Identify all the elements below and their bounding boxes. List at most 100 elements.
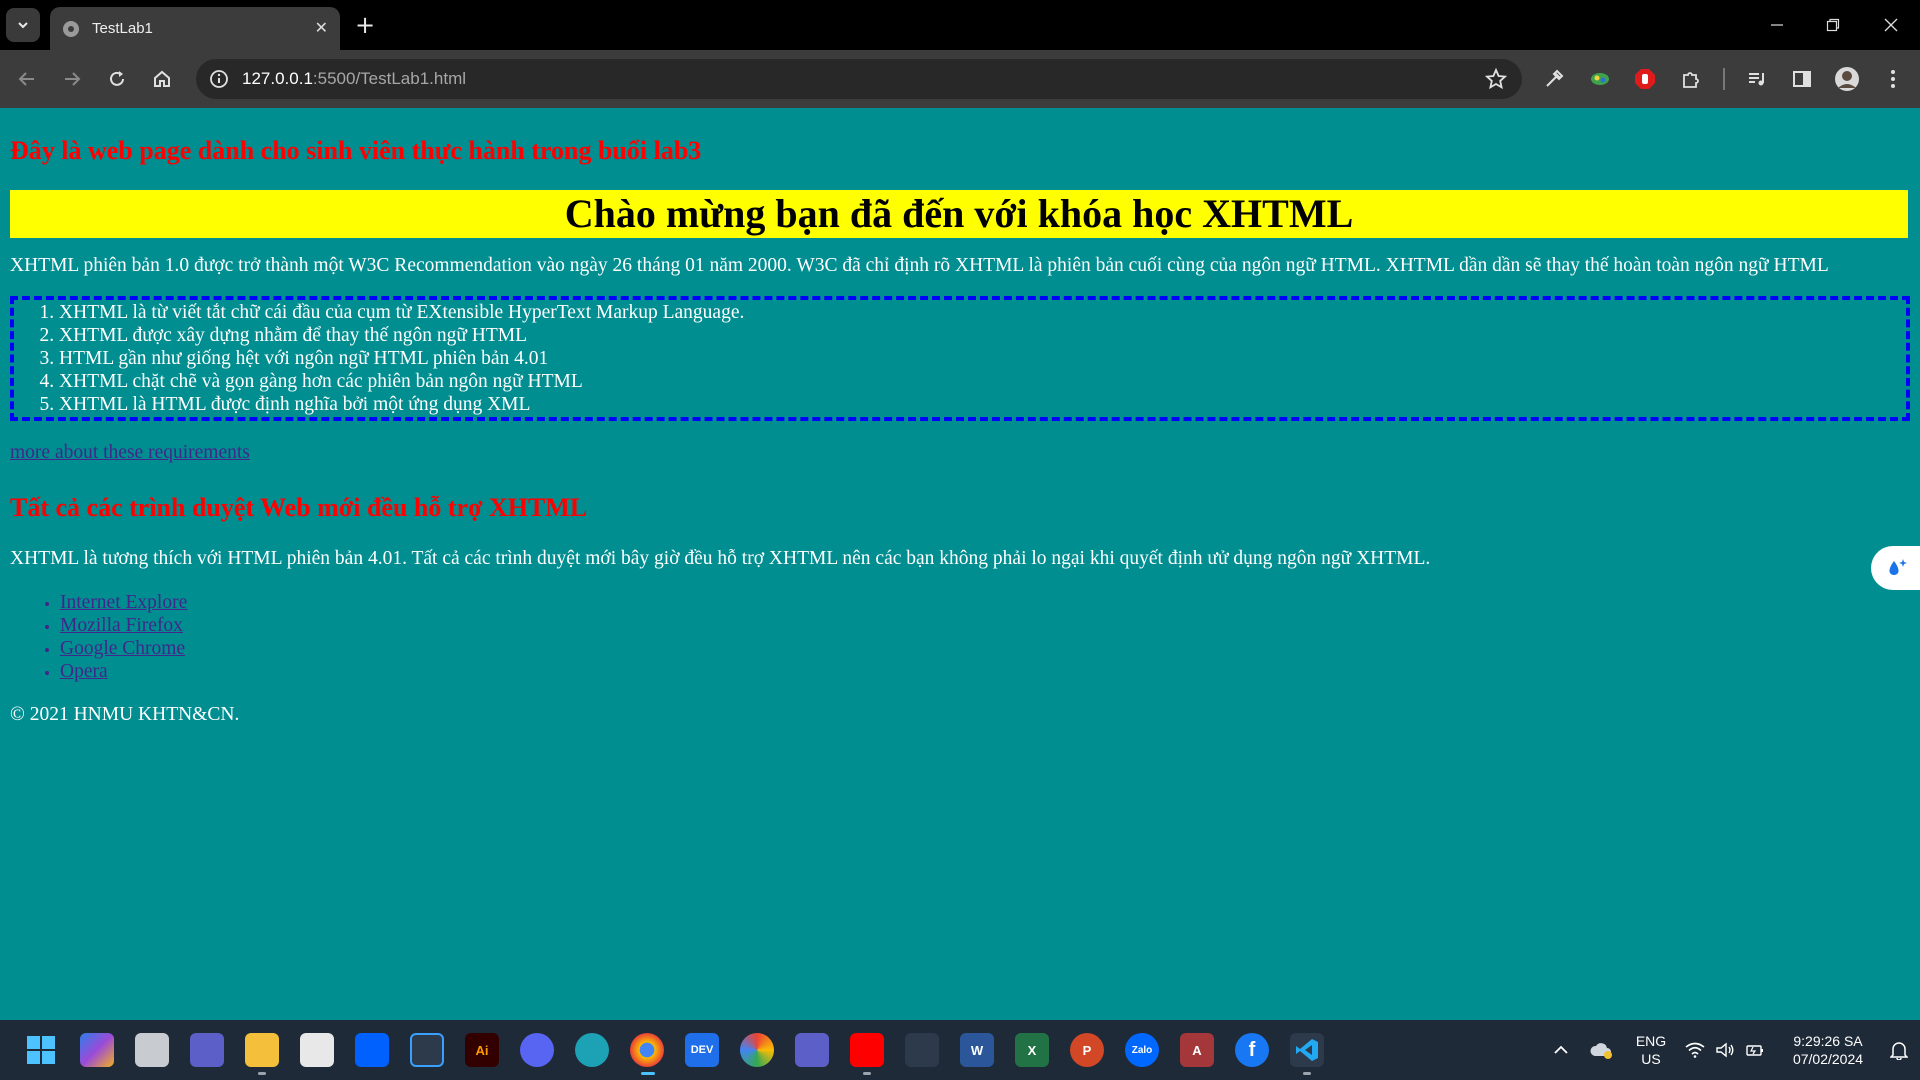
site-info-icon[interactable]: [206, 66, 232, 92]
sourcetree-icon[interactable]: [905, 1033, 939, 1067]
zalo-icon[interactable]: Zalo: [1125, 1033, 1159, 1067]
globe-icon: [63, 20, 79, 37]
more-vertical-icon: [1891, 70, 1895, 88]
floating-assistant-button[interactable]: [1871, 546, 1920, 590]
teams-icon[interactable]: [795, 1033, 829, 1067]
browser-support-heading: Tất cả các trình duyệt Web mới đều hỗ tr…: [10, 493, 588, 522]
task-view-icon[interactable]: [135, 1033, 169, 1067]
quick-settings-button[interactable]: [1680, 1033, 1770, 1067]
welcome-banner: Chào mừng bạn đã đến với khóa học XHTML: [10, 190, 1908, 238]
more-requirements-link[interactable]: more about these requirements: [10, 441, 1910, 465]
home-icon: [154, 70, 170, 87]
puzzle-icon: [1683, 72, 1699, 88]
tab-search-button[interactable]: [6, 8, 40, 42]
language-indicator[interactable]: ENG US: [1628, 1032, 1674, 1068]
word-icon[interactable]: W: [960, 1033, 994, 1067]
clock-time: 9:29:26 SA: [1793, 1033, 1863, 1049]
intro-heading: Đây là web page dành cho sinh viên thực …: [10, 136, 702, 165]
url-path: :5500/TestLab1.html: [312, 69, 467, 88]
palette-icon: [1591, 73, 1609, 85]
dropbox-icon[interactable]: [355, 1033, 389, 1067]
media-control-button[interactable]: [1744, 66, 1770, 92]
browser-link-firefox[interactable]: Mozilla Firefox: [60, 615, 183, 636]
close-icon: [1884, 18, 1898, 32]
tab-close-icon[interactable]: ✕: [315, 18, 328, 37]
facebook-icon[interactable]: f: [1235, 1033, 1269, 1067]
notification-button[interactable]: [1882, 1033, 1916, 1067]
app-icon[interactable]: [410, 1033, 444, 1067]
features-list: XHTML là từ viết tắt chữ cái đầu của cụm…: [14, 301, 1906, 416]
browser-link-chrome[interactable]: Google Chrome: [60, 638, 185, 659]
windows-taskbar: Ai DEV W X P Zalo A f ENG US 9:29:26 SA …: [0, 1020, 1920, 1080]
features-box: XHTML là từ viết tắt chữ cái đầu của cụm…: [10, 296, 1910, 421]
list-item: Opera: [60, 660, 1910, 683]
powerpoint-icon[interactable]: P: [1070, 1033, 1104, 1067]
compatibility-paragraph: XHTML là tương thích với HTML phiên bản …: [10, 548, 1431, 569]
minimize-button[interactable]: [1754, 0, 1800, 50]
teams-chat-icon[interactable]: [190, 1033, 224, 1067]
microsoft-store-icon[interactable]: [300, 1033, 334, 1067]
side-panel-button[interactable]: [1789, 66, 1815, 92]
url-text[interactable]: 127.0.0.1:5500/TestLab1.html: [242, 69, 466, 89]
bookmark-star-icon[interactable]: [1484, 67, 1508, 91]
close-window-button[interactable]: [1868, 0, 1914, 50]
copilot-taskbar-icon[interactable]: [80, 1033, 114, 1067]
start-button[interactable]: [24, 1033, 58, 1067]
wifi-icon: [1685, 1042, 1705, 1058]
chrome-icon[interactable]: [630, 1033, 664, 1067]
reload-button[interactable]: [100, 62, 134, 96]
vscode-icon[interactable]: [1290, 1033, 1324, 1067]
restore-icon: [1826, 18, 1840, 32]
eyedropper-extension[interactable]: [1541, 66, 1567, 92]
new-tab-button[interactable]: +: [348, 8, 382, 42]
sparkle-drop-icon: [1889, 559, 1907, 575]
access-icon[interactable]: A: [1180, 1033, 1214, 1067]
bell-icon: [1890, 1042, 1908, 1060]
reload-icon: [110, 71, 124, 86]
browser-toolbar: 127.0.0.1:5500/TestLab1.html: [0, 50, 1920, 108]
photos-icon[interactable]: [740, 1033, 774, 1067]
back-button[interactable]: [10, 62, 44, 96]
illustrator-icon[interactable]: Ai: [465, 1033, 499, 1067]
toolbar-divider: [1723, 68, 1725, 90]
playlist-icon: [1749, 73, 1764, 86]
running-indicator: [258, 1072, 266, 1075]
colorful-extension[interactable]: [1587, 66, 1613, 92]
home-button[interactable]: [145, 62, 179, 96]
list-item: HTML gần như giống hệt với ngôn ngữ HTML…: [59, 347, 1906, 370]
running-indicator: [1303, 1072, 1311, 1075]
youtube-icon[interactable]: [850, 1033, 884, 1067]
language-code: ENG: [1635, 1033, 1667, 1049]
profile-button[interactable]: [1834, 66, 1860, 92]
intro-paragraph: XHTML phiên bản 1.0 được trở thành một W…: [10, 255, 1829, 276]
volume-icon: [1716, 1042, 1734, 1058]
restore-button[interactable]: [1810, 0, 1856, 50]
chevron-up-icon: [1554, 1045, 1568, 1054]
running-indicator: [863, 1072, 871, 1075]
keyboard-layout: US: [1641, 1051, 1661, 1067]
discord-icon[interactable]: [520, 1033, 554, 1067]
browser-tab[interactable]: TestLab1 ✕: [50, 7, 340, 50]
onedrive-status-icon[interactable]: [1584, 1033, 1618, 1067]
forward-button[interactable]: [55, 62, 89, 96]
show-hidden-icons-button[interactable]: [1544, 1033, 1578, 1067]
list-item: Mozilla Firefox: [60, 614, 1910, 637]
url-host: 127.0.0.1: [242, 69, 313, 88]
vscode-logo-icon: [1296, 1039, 1318, 1061]
stop-hand-icon: [1635, 69, 1655, 89]
chevron-down-icon: [18, 22, 28, 29]
devc-icon[interactable]: DEV: [685, 1033, 719, 1067]
adblock-extension[interactable]: [1632, 66, 1658, 92]
edge-icon[interactable]: [575, 1033, 609, 1067]
browser-link-opera[interactable]: Opera: [60, 661, 108, 682]
cloud-icon: [1590, 1043, 1612, 1059]
clock[interactable]: 9:29:26 SA 07/02/2024: [1778, 1032, 1878, 1068]
excel-icon[interactable]: X: [1015, 1033, 1049, 1067]
browser-link-internet-explore[interactable]: Internet Explore: [60, 592, 187, 613]
file-explorer-icon[interactable]: [245, 1033, 279, 1067]
browser-list: Internet Explore Mozilla Firefox Google …: [10, 591, 1910, 683]
browser-menu-button[interactable]: [1880, 66, 1906, 92]
extensions-button[interactable]: [1678, 66, 1704, 92]
address-bar[interactable]: 127.0.0.1:5500/TestLab1.html: [196, 59, 1522, 99]
footer-copyright: © 2021 HNMU KHTN&CN.: [10, 704, 240, 725]
